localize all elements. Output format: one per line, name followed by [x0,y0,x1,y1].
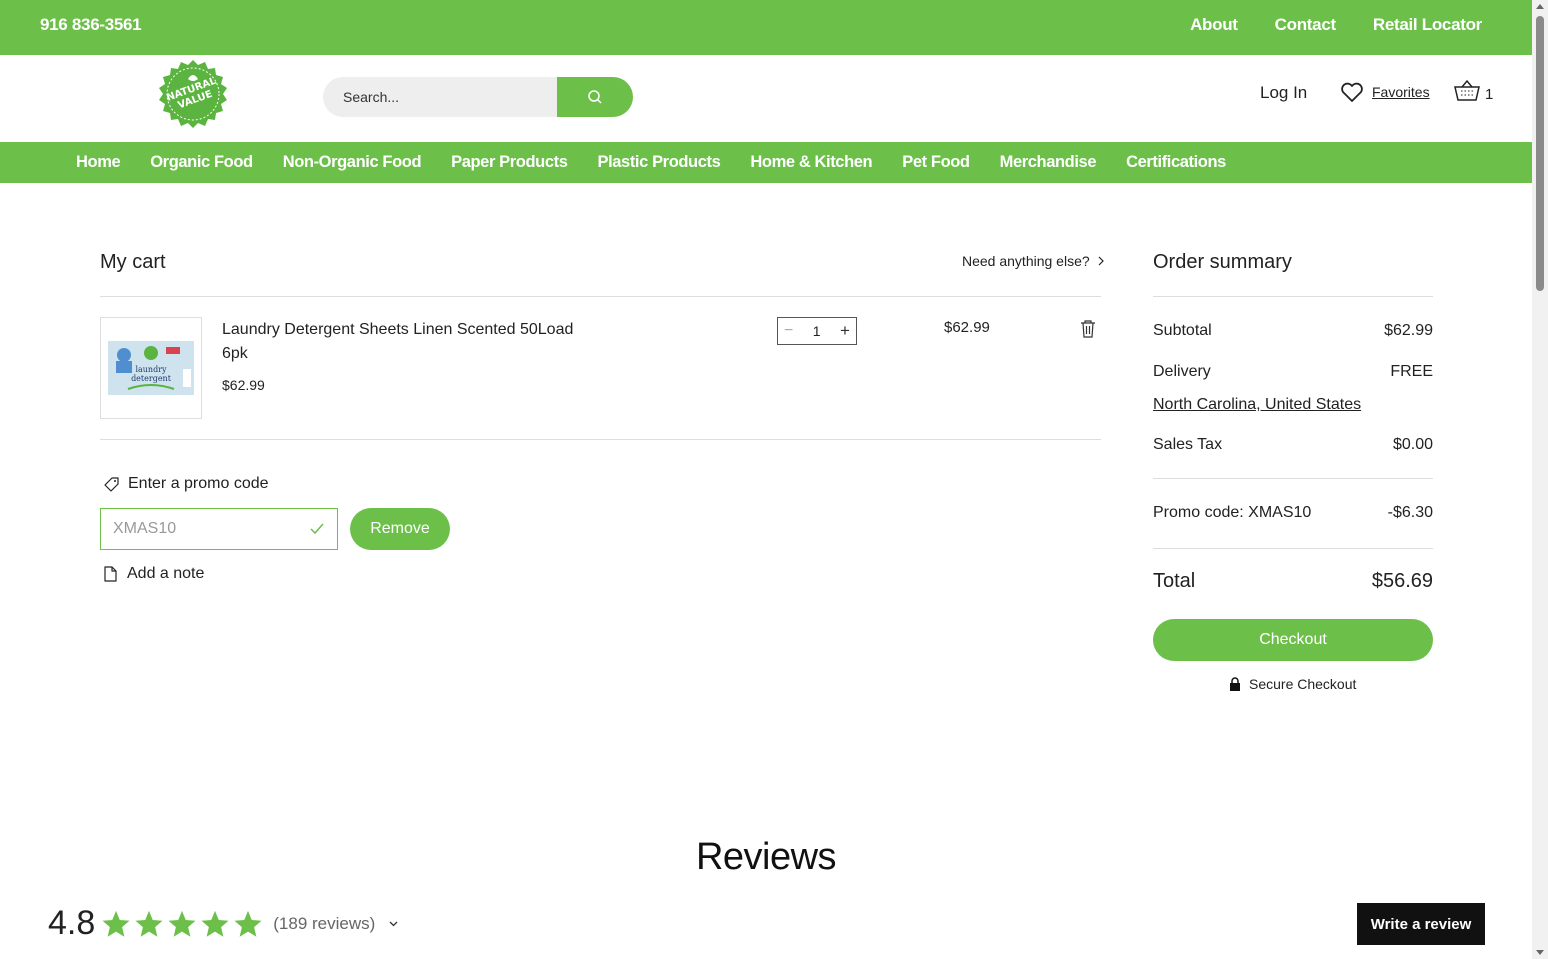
need-anything-else-link[interactable]: Need anything else? [962,253,1104,269]
rating-summary[interactable]: 4.8 (189 reviews) [48,904,398,943]
summary-divider-top [1153,296,1433,297]
promo-code-toggle[interactable]: Enter a promo code [104,475,269,493]
total-value: $56.69 [1371,570,1433,592]
cart-divider-top [100,296,1101,297]
decrease-quantity-button[interactable]: − [784,322,793,340]
favorites-link[interactable]: Favorites [1340,81,1430,103]
note-icon [104,566,117,582]
contact-link[interactable]: Contact [1275,15,1336,35]
top-links: About Contact Retail Locator [1190,15,1482,35]
write-review-button[interactable]: Write a review [1357,903,1485,945]
star-icon [168,910,196,937]
heart-icon [1341,82,1363,102]
rating-score: 4.8 [48,904,96,942]
product-name[interactable]: Laundry Detergent Sheets Linen Scented 5… [222,318,582,366]
subtotal-value: $62.99 [1384,322,1433,339]
cart-divider-bottom [100,439,1101,440]
subtotal-row: Subtotal $62.99 [1153,322,1433,340]
summary-divider-mid [1153,478,1433,479]
cart-button[interactable]: 1 [1453,79,1493,103]
delivery-label: Delivery [1153,363,1211,380]
about-link[interactable]: About [1190,15,1238,35]
promo-code-label: Enter a promo code [128,475,269,492]
phone-number[interactable]: 916 836-3561 [40,15,142,35]
scrollbar-thumb[interactable] [1536,16,1544,291]
sales-tax-row: Sales Tax $0.00 [1153,436,1433,454]
scroll-down-arrow-icon[interactable] [1536,950,1544,955]
promo-code-input[interactable] [101,509,301,549]
retail-locator-link[interactable]: Retail Locator [1373,15,1482,35]
line-total: $62.99 [944,319,990,336]
site-header: NATURAL VALUE Log In Favorites 1 [0,55,1532,142]
search-button[interactable] [557,77,633,117]
lock-icon [1230,677,1240,691]
page-scrollbar[interactable] [1532,0,1548,959]
remove-item-button[interactable] [1080,320,1096,343]
star-icon [201,910,229,937]
checkout-button[interactable]: Checkout [1153,619,1433,661]
cart-title: My cart [100,251,166,273]
trash-icon [1081,320,1095,338]
increase-quantity-button[interactable]: + [840,321,850,341]
need-more-label: Need anything else? [962,253,1090,269]
search-bar [323,77,633,117]
promo-code-field [100,508,338,550]
nav-item-organic-food[interactable]: Organic Food [150,153,253,172]
natural-value-logo[interactable]: NATURAL VALUE [158,59,228,129]
delivery-value: FREE [1390,363,1433,380]
nav-item-paper-products[interactable]: Paper Products [451,153,568,172]
total-label: Total [1153,570,1196,592]
secure-checkout-note: Secure Checkout [1229,676,1356,692]
add-note-toggle[interactable]: Add a note [104,565,204,583]
sales-tax-value: $0.00 [1392,436,1433,453]
quantity-value[interactable]: 1 [813,323,821,339]
quantity-stepper[interactable]: − 1 + [777,317,857,345]
main-nav: Home Organic Food Non-Organic Food Paper… [0,142,1532,183]
product-thumbnail[interactable]: laundry detergent [100,317,202,419]
cart-count: 1 [1485,85,1494,103]
sales-tax-label: Sales Tax [1153,436,1223,453]
delivery-region-link[interactable]: North Carolina, United States [1153,396,1361,414]
nav-item-non-organic-food[interactable]: Non-Organic Food [283,153,422,172]
nav-item-home[interactable]: Home [76,153,121,172]
review-count: (189 reviews) [273,913,376,933]
order-summary-title: Order summary [1153,251,1292,273]
scroll-up-arrow-icon[interactable] [1536,4,1544,9]
remove-promo-button[interactable]: Remove [350,508,450,550]
promo-discount-value: -$6.30 [1387,504,1433,521]
promo-summary-label: Promo code: XMAS10 [1153,504,1312,521]
svg-text:laundry: laundry [135,365,167,374]
nav-item-certifications[interactable]: Certifications [1126,153,1226,172]
delivery-row: Delivery FREE [1153,363,1433,381]
star-icon [102,910,130,937]
add-note-label: Add a note [127,565,205,582]
nav-item-plastic-products[interactable]: Plastic Products [597,153,720,172]
total-row: Total $56.69 [1153,570,1433,593]
reviews-title: Reviews [695,836,837,878]
tag-icon [104,476,119,492]
star-rating [101,909,263,939]
star-icon [135,910,163,937]
product-unit-price: $62.99 [222,377,265,393]
search-icon [588,90,602,104]
summary-divider-bottom [1153,548,1433,549]
top-bar: 916 836-3561 About Contact Retail Locato… [0,0,1532,55]
check-icon [310,523,324,535]
subtotal-label: Subtotal [1153,322,1212,339]
product-image: laundry detergent [108,341,194,395]
promo-row: Promo code: XMAS10 -$6.30 [1153,504,1433,522]
nav-item-pet-food[interactable]: Pet Food [902,153,970,172]
nav-item-merchandise[interactable]: Merchandise [1000,153,1097,172]
favorites-label: Favorites [1372,84,1430,100]
star-icon [234,910,262,937]
secure-checkout-label: Secure Checkout [1249,676,1357,692]
search-input[interactable] [323,77,557,117]
svg-text:detergent: detergent [131,374,172,383]
chevron-down-icon[interactable] [389,921,398,927]
login-link[interactable]: Log In [1260,83,1307,103]
basket-icon [1454,79,1480,101]
chevron-right-icon [1098,256,1104,266]
nav-item-home-kitchen[interactable]: Home & Kitchen [750,153,872,172]
